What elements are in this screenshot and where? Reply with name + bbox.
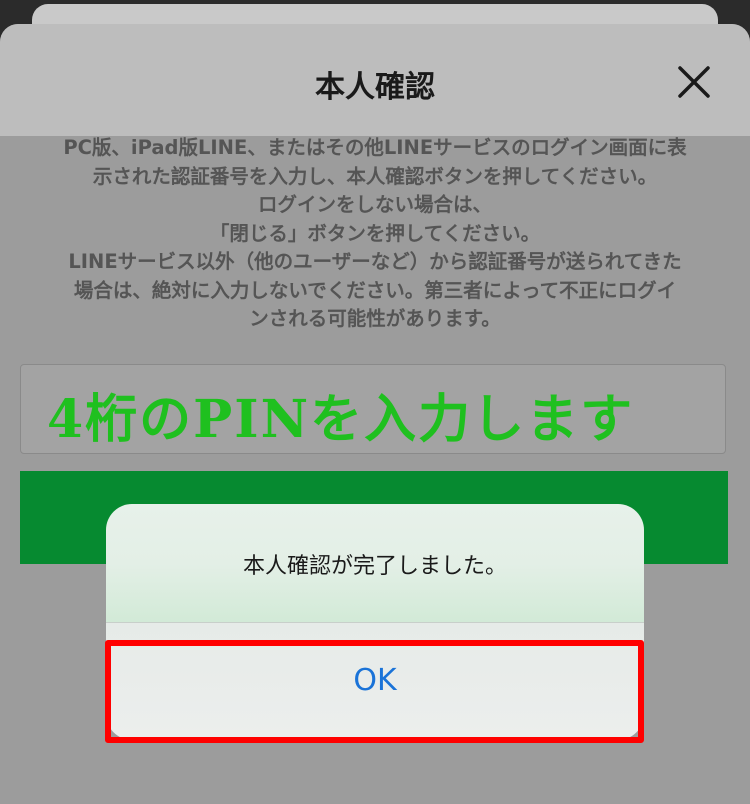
- instruction-line: LINEサービス以外（他のユーザーなど）から認証番号が送られてきた: [68, 250, 682, 273]
- instruction-line: 場合は、絶対に入力しないでください。第三者によって不正にログイ: [73, 278, 677, 302]
- sheet-header: 本人確認: [0, 24, 750, 136]
- ok-button-label: OK: [353, 663, 397, 698]
- instruction-text: PC版、iPad版LINE、またはその他LINEサービスのログイン画面に表 示さ…: [18, 134, 732, 334]
- instruction-line: 示された認証番号を入力し、本人確認ボタンを押してください。: [92, 164, 658, 188]
- alert-message: 本人確認が完了しました。: [242, 554, 507, 579]
- instruction-line: ンされる可能性があります。: [249, 307, 501, 330]
- ok-button[interactable]: OK: [106, 623, 644, 740]
- completion-alert: 本人確認が完了しました。 OK: [106, 504, 644, 740]
- pin-input[interactable]: 4桁のPINを入力します: [20, 364, 726, 454]
- sheet-title: 本人確認: [315, 70, 435, 105]
- instruction-line: ログインをしない場合は、: [257, 193, 492, 216]
- close-button[interactable]: [672, 60, 716, 104]
- close-icon: [678, 66, 710, 98]
- pin-annotation: 4桁のPINを入力します: [47, 389, 635, 450]
- instruction-line: PC版、iPad版LINE、またはその他LINEサービスのログイン画面に表: [63, 136, 687, 159]
- instruction-line: 「閉じる」ボタンを押してください。: [209, 221, 541, 245]
